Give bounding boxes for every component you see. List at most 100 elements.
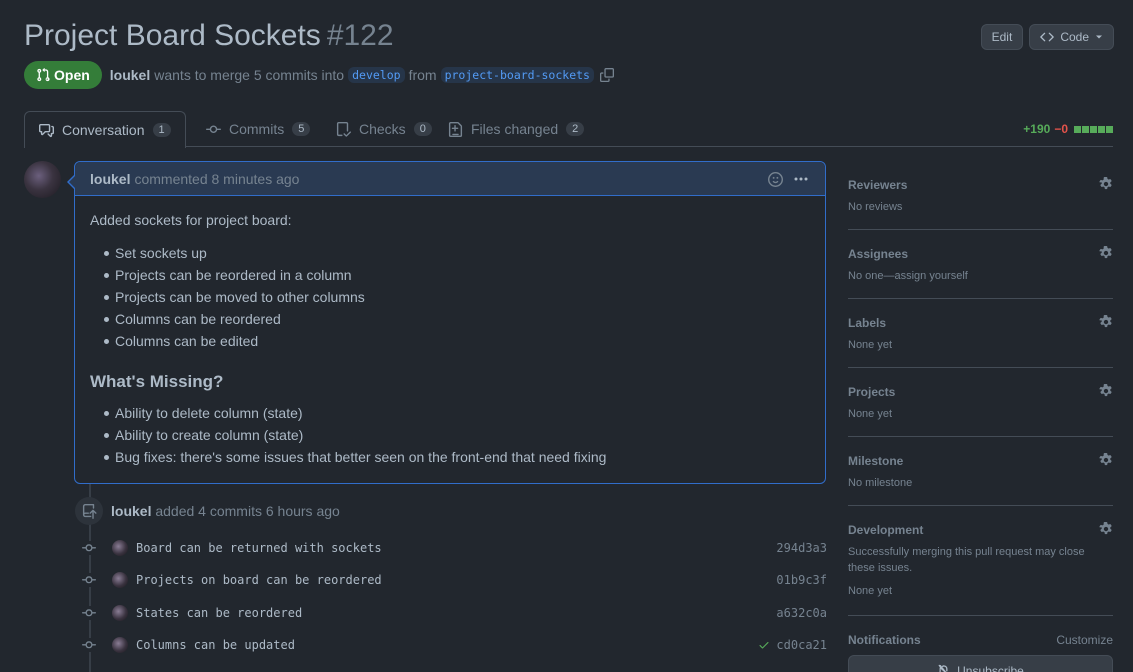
gear-icon[interactable] (1099, 384, 1113, 398)
header-actions: Edit Code (980, 24, 1114, 50)
status-badge: Open (24, 61, 102, 89)
tab-conversation[interactable]: Conversation 1 (24, 111, 186, 148)
sidebar-assignees-title[interactable]: Assignees (848, 247, 908, 261)
sidebar-development-value: None yet (848, 585, 893, 597)
copy-icon[interactable] (599, 68, 614, 82)
chevron-down-icon (1096, 35, 1102, 39)
commit-sha-text: 01b9c3f (776, 573, 827, 587)
git-commit-icon (206, 125, 221, 133)
sidebar-milestone-title[interactable]: Milestone (848, 454, 903, 468)
list-item: Projects can be moved to other columns (104, 286, 810, 308)
diff-deletions: −0 (1054, 122, 1068, 136)
head-branch[interactable]: project-board-sockets (440, 67, 594, 83)
tab-commits[interactable]: Commits 5 (192, 111, 324, 147)
from-text: from (408, 67, 437, 83)
sidebar-reviewers-value: No reviews (848, 201, 903, 213)
base-branch[interactable]: develop (348, 67, 405, 83)
edit-button-label: Edit (991, 30, 1013, 44)
avatar[interactable] (112, 540, 128, 556)
pr-meta: Open loukel wants to merge 5 commits int… (24, 61, 614, 89)
commit-sha[interactable]: 01b9c3f (776, 573, 827, 587)
sidebar-assignees-value[interactable]: No one—assign yourself (848, 270, 968, 282)
sidebar-development-desc: Successfully merging this pull request m… (848, 546, 1085, 574)
customize-link[interactable]: Customize (1056, 633, 1113, 647)
comment-actions (768, 171, 809, 187)
diffstat-box (1098, 125, 1105, 133)
code-icon (1040, 32, 1055, 42)
tab-checks-count: 0 (413, 122, 432, 136)
unsubscribe-button[interactable]: Unsubscribe (848, 655, 1113, 672)
sidebar-projects-value: None yet (848, 408, 893, 420)
list-item: Columns can be edited (104, 330, 810, 352)
sidebar-projects-title[interactable]: Projects (848, 385, 895, 399)
sidebar-development-title[interactable]: Development (848, 523, 923, 537)
commit-sha[interactable]: 294d3a3 (776, 541, 827, 555)
pr-title-row: Project Board Sockets #122 Edit Code (24, 16, 1114, 56)
pr-description-comment: loukel commented 8 minutes ago Added soc… (67, 161, 826, 484)
code-button[interactable]: Code (1029, 24, 1114, 50)
gear-icon[interactable] (1099, 522, 1113, 536)
sidebar-labels-title[interactable]: Labels (848, 316, 886, 330)
smiley-icon[interactable] (768, 171, 783, 187)
check-icon[interactable] (758, 639, 770, 651)
code-button-label: Code (1060, 30, 1089, 44)
checklist-icon (336, 121, 351, 137)
commit-message[interactable]: Board can be returned with sockets (136, 541, 382, 555)
timeline-event: loukel added 4 commits 6 hours ago (111, 503, 340, 519)
commit-sha[interactable]: a632c0a (776, 606, 827, 620)
commit-row: Board can be returned with sockets 294d3… (82, 538, 827, 558)
git-commit-icon (82, 541, 96, 555)
commit-message[interactable]: Projects on board can be reordered (136, 573, 382, 587)
list-item: Columns can be reordered (104, 308, 810, 330)
comment-author[interactable]: loukel (90, 171, 130, 187)
pr-number: #122 (326, 19, 394, 52)
gear-icon[interactable] (1099, 177, 1113, 191)
repo-push-icon (82, 503, 97, 519)
merge-text: wants to merge 5 commits into (154, 67, 345, 83)
comment-body: Added sockets for project board: Set soc… (75, 196, 825, 484)
git-commit-icon (82, 573, 96, 587)
author-link[interactable]: loukel (110, 67, 150, 83)
commit-row: Projects on board can be reordered 01b9c… (82, 570, 827, 590)
commit-message[interactable]: Columns can be updated (136, 638, 295, 652)
diffstat-box (1090, 125, 1097, 133)
file-diff-icon (448, 121, 463, 137)
page-title: Project Board Sockets #122 (24, 16, 1114, 56)
edit-button[interactable]: Edit (980, 24, 1024, 50)
git-pull-request-icon (37, 68, 50, 82)
commit-row: States can be reordered a632c0a (82, 603, 827, 623)
bell-slash-icon (938, 664, 948, 672)
diffstat-box (1074, 125, 1081, 133)
commit-sha[interactable]: cd0ca21 (758, 638, 827, 652)
gear-icon[interactable] (1099, 246, 1113, 260)
tab-checks[interactable]: Checks 0 (322, 111, 446, 147)
sidebar-labels: Labels None yet (848, 299, 1113, 368)
comment-header: loukel commented 8 minutes ago (75, 162, 825, 196)
gear-icon[interactable] (1099, 315, 1113, 329)
timeline-badge (75, 497, 103, 525)
tab-conversation-count: 1 (152, 123, 171, 137)
sidebar-milestone-value: No milestone (848, 477, 913, 489)
timeline-author[interactable]: loukel (111, 503, 151, 519)
commit-sha-text: 294d3a3 (776, 541, 827, 555)
missing-list: Ability to delete column (state) Ability… (104, 402, 810, 468)
sidebar-reviewers-title[interactable]: Reviewers (848, 178, 907, 192)
list-item: Projects can be reordered in a column (104, 264, 810, 286)
comment-timestamp[interactable]: commented 8 minutes ago (134, 171, 299, 187)
features-list: Set sockets up Projects can be reordered… (104, 242, 810, 352)
sidebar-labels-value: None yet (848, 339, 893, 351)
avatar[interactable] (112, 605, 128, 621)
tab-files-changed[interactable]: Files changed 2 (434, 111, 598, 147)
git-commit-icon (82, 638, 96, 652)
kebab-horizontal-icon[interactable] (793, 171, 809, 187)
sidebar-milestone: Milestone No milestone (848, 437, 1113, 506)
commit-message[interactable]: States can be reordered (136, 606, 302, 620)
gear-icon[interactable] (1099, 453, 1113, 467)
avatar[interactable] (112, 572, 128, 588)
tab-conversation-label: Conversation (62, 122, 145, 138)
avatar[interactable] (24, 161, 61, 198)
avatar[interactable] (112, 637, 128, 653)
pr-title: Project Board Sockets (24, 19, 321, 52)
diffstat[interactable]: +190 −0 (1023, 122, 1113, 136)
timeline-action: added 4 commits 6 hours ago (155, 503, 340, 519)
